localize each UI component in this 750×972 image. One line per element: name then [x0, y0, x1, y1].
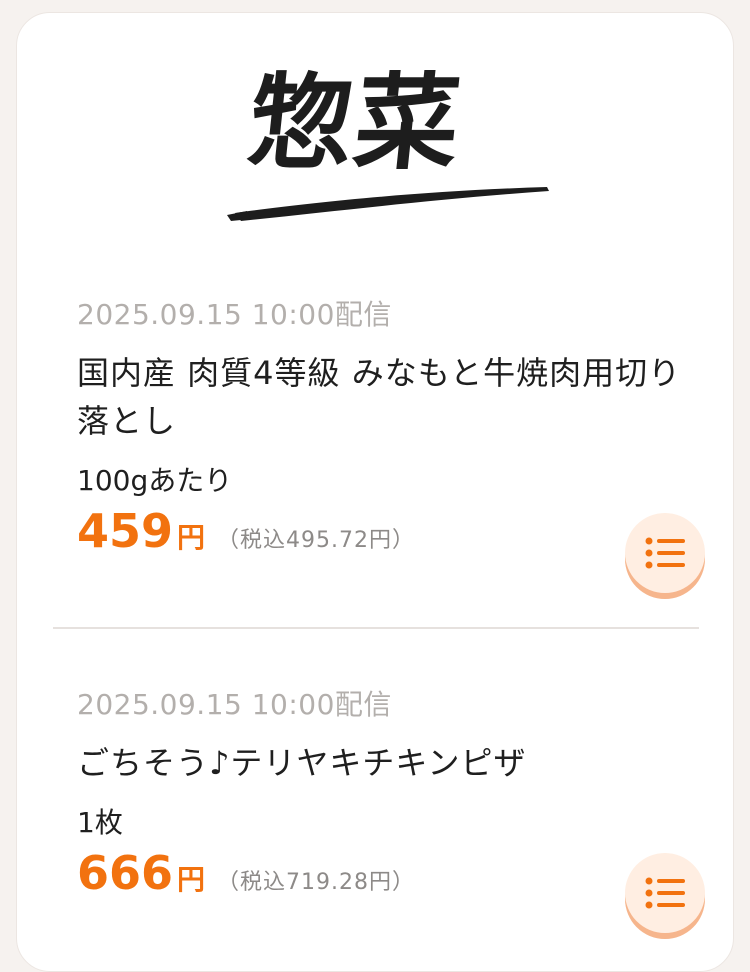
item-divider	[53, 627, 699, 629]
price-yen: 円	[177, 521, 206, 554]
price-tax-included: （税込495.72円）	[217, 528, 416, 553]
price-value: 666	[77, 846, 174, 900]
price-row: 666 円 （税込719.28円）	[77, 845, 697, 901]
section-title-text: 惣菜	[242, 61, 468, 184]
product-name: 国内産 肉質4等級 みなもと牛焼肉用切り落とし	[77, 354, 682, 440]
product-unit: 100gあたり	[77, 464, 233, 497]
price-row: 459 円 （税込495.72円）	[77, 503, 697, 559]
product-name: ごちそう♪テリヤキチキンピザ	[77, 744, 527, 782]
product-item[interactable]: 2025.09.15 10:00配信 ごちそう♪テリヤキチキンピザ 1枚 666…	[77, 685, 705, 933]
add-to-list-button[interactable]	[625, 853, 705, 933]
price-value: 459	[77, 504, 174, 558]
price-yen: 円	[177, 863, 206, 896]
price-tax-included: （税込719.28円）	[217, 870, 416, 895]
product-item[interactable]: 2025.09.15 10:00配信 国内産 肉質4等級 みなもと牛焼肉用切り落…	[77, 295, 705, 593]
products-card: 惣菜 2025.09.15 10:00配信 国内産 肉質4等級 みなもと牛焼肉用…	[16, 12, 734, 972]
list-icon	[645, 877, 685, 909]
product-unit: 1枚	[77, 806, 123, 839]
delivery-date: 2025.09.15 10:00配信	[77, 298, 392, 331]
list-icon	[645, 537, 685, 569]
add-to-list-button[interactable]	[625, 513, 705, 593]
brush-stroke-decoration	[227, 187, 549, 221]
delivery-date: 2025.09.15 10:00配信	[77, 688, 392, 721]
section-title: 惣菜	[217, 61, 557, 233]
